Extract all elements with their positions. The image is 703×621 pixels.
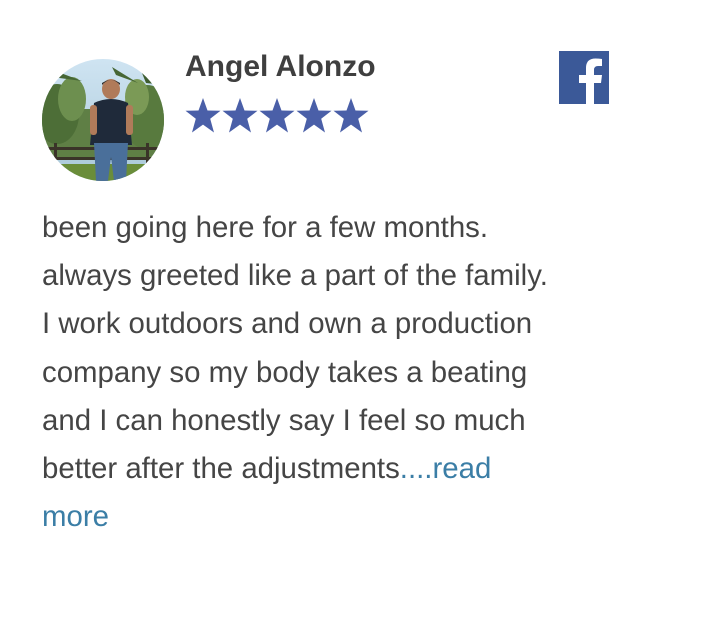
review-line: been going here for a few months.: [42, 211, 489, 244]
review-line-more: more: [42, 493, 642, 541]
star-icon: [333, 98, 369, 133]
star-icon: [185, 98, 221, 133]
star-rating: [185, 97, 369, 135]
review-line-last: better after the adjustments....read: [42, 445, 642, 493]
read-more-link-continued[interactable]: more: [42, 500, 109, 533]
facebook-icon[interactable]: [559, 51, 609, 104]
review-line: and I can honestly say I feel so much: [42, 403, 526, 437]
star-icon: [296, 98, 332, 133]
review-card: Angel Alonzo been going here for a few m…: [0, 0, 703, 621]
review-line: I work outdoors and own a production: [42, 307, 533, 341]
read-more-link[interactable]: ....read: [400, 452, 492, 485]
reviewer-name: Angel Alonzo: [185, 50, 376, 83]
review-line: always greeted like a part of the family…: [42, 259, 548, 293]
star-icon: [222, 98, 258, 133]
reviewer-avatar: [42, 59, 164, 181]
review-line: better after the adjustments: [42, 452, 400, 486]
review-text: been going here for a few months. always…: [42, 204, 642, 541]
star-icon: [259, 98, 295, 133]
review-line: company so my body takes a beating: [42, 355, 528, 389]
